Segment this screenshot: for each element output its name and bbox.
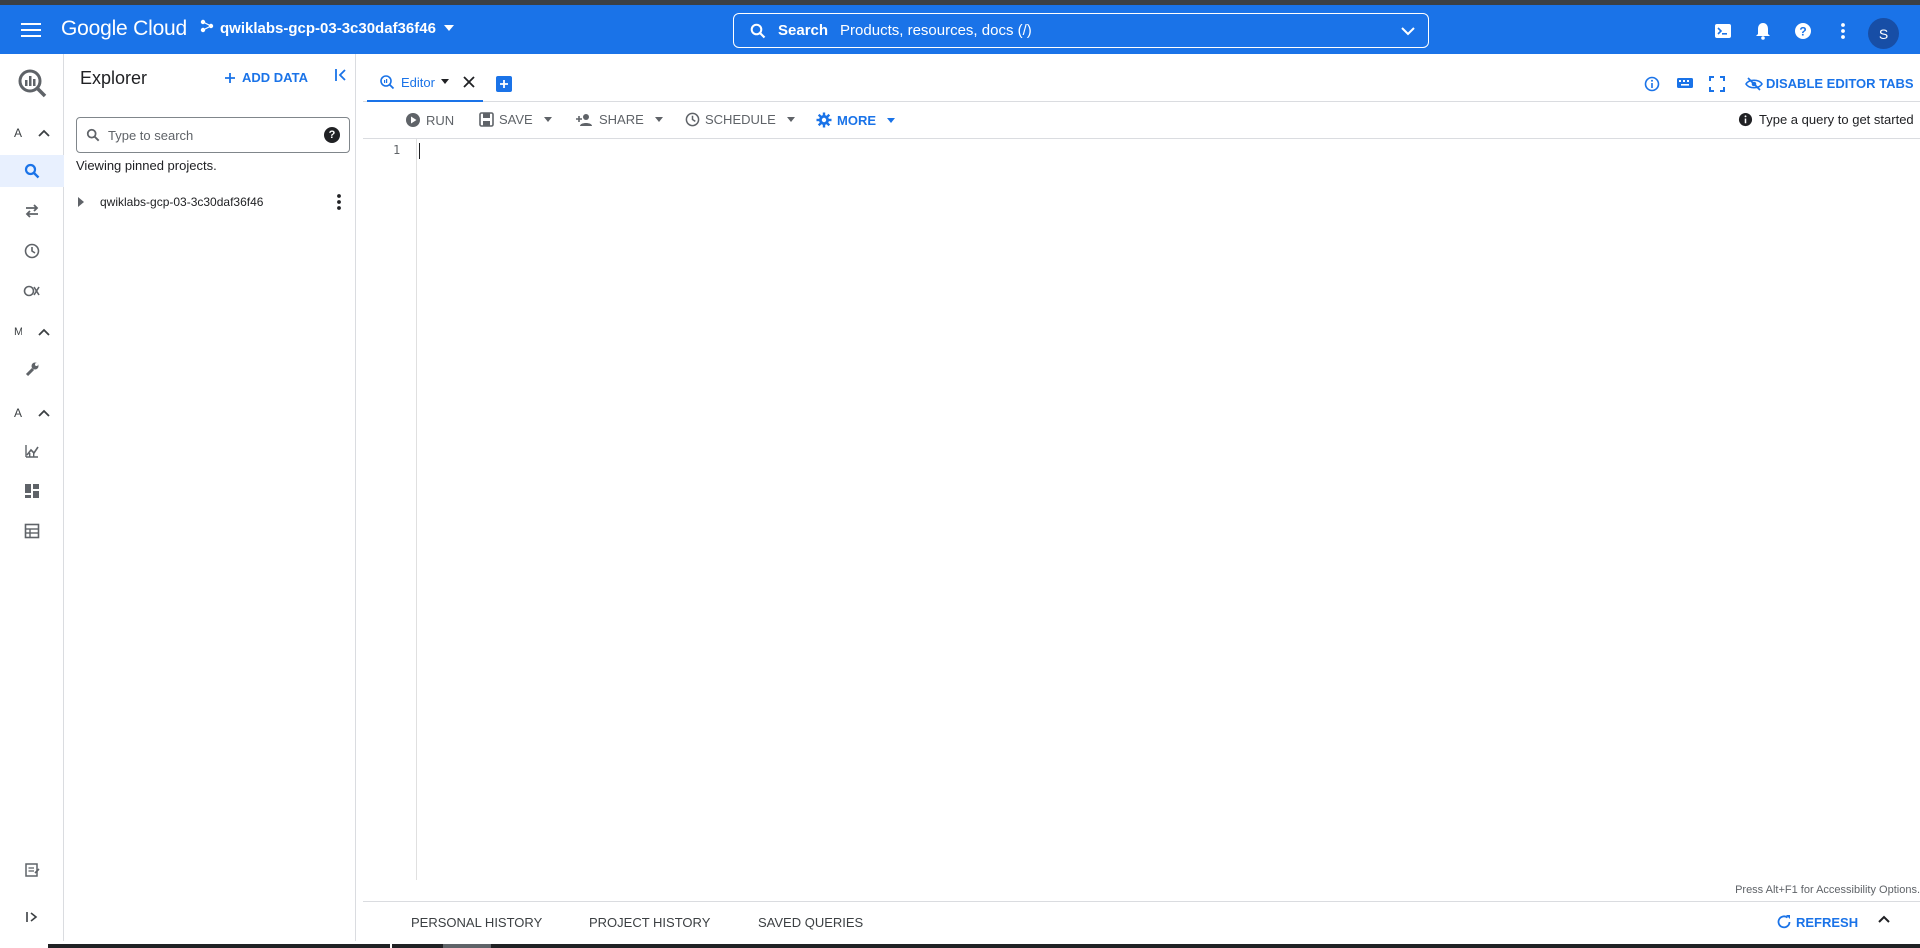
caret-down-icon [543,117,552,122]
google-cloud-logo[interactable]: Google Cloud [61,17,187,41]
caret-down-icon [654,117,663,122]
new-tab-plus-icon[interactable] [496,76,512,92]
refresh-icon [1777,915,1791,929]
tab-personal-history[interactable]: PERSONAL HISTORY [411,915,542,930]
visibility-off-icon [1745,76,1763,91]
cloud-shell-icon[interactable] [1711,20,1735,42]
top-app-bar: Google Cloud qwiklabs-gcp-03-3c30daf36f4… [0,5,1920,54]
refresh-button[interactable]: REFRESH [1776,914,1858,930]
hamburger-menu-icon[interactable] [18,19,44,41]
scheduled-queries-clock-icon[interactable] [0,235,64,267]
more-button[interactable]: MORE [816,112,895,128]
add-data-button[interactable]: ADD DATA [224,70,308,85]
query-editor[interactable]: 1 Press Alt+F1 for Accessibility Options… [363,139,1920,896]
save-button[interactable]: SAVE [479,112,552,127]
chevron-up-icon [38,129,50,137]
caret-down-icon [887,117,895,123]
line-number-gutter: 1 [363,139,417,880]
more-vert-icon[interactable] [1831,20,1855,42]
disable-editor-tabs-button[interactable]: DISABLE EDITOR TABS [1745,76,1914,91]
rail-section-administration[interactable]: A [14,406,50,420]
search-icon[interactable] [0,155,64,187]
project-tree-row[interactable]: qwiklabs-gcp-03-3c30daf36f46 [64,188,356,216]
notifications-bell-icon[interactable] [1751,20,1775,42]
query-search-icon [380,75,395,90]
caret-down-icon[interactable] [440,79,449,85]
person-add-icon [576,113,592,126]
expand-rail-icon[interactable] [0,901,64,933]
line-number: 1 [393,143,401,157]
project-tree-name: qwiklabs-gcp-03-3c30daf36f46 [100,195,264,209]
search-icon [86,128,100,142]
bottom-scrollbar-strip [0,941,1920,948]
chevron-up-icon [38,328,50,336]
rail-section-analysis[interactable]: A [14,126,50,140]
help-icon[interactable]: ? [324,127,340,143]
search-label: Search [778,22,829,39]
wrench-icon[interactable] [0,353,64,385]
expand-arrow-icon[interactable] [78,197,84,207]
save-icon [479,112,494,127]
search-icon [750,23,766,39]
chevron-down-icon[interactable] [1400,23,1416,39]
run-button[interactable]: RUN [405,112,454,128]
bigquery-logo-icon[interactable] [0,60,64,106]
tab-project-history[interactable]: PROJECT HISTORY [589,915,710,930]
play-circle-icon [406,113,420,127]
project-icon [200,19,214,37]
info-icon[interactable] [1644,76,1660,92]
help-icon[interactable]: ? [1791,20,1815,42]
explorer-search-field[interactable]: ? [76,117,350,153]
left-nav-rail: A M A [0,54,64,948]
accessibility-hint: Press Alt+F1 for Accessibility Options. [1735,884,1920,896]
caret-down-icon [442,20,456,37]
viewing-pinned-text: Viewing pinned projects. [76,158,217,173]
text-cursor [419,143,420,159]
rail-section-migration[interactable]: M [14,326,50,338]
more-vert-icon[interactable] [336,193,342,211]
caret-down-icon [786,117,795,122]
tab-saved-queries[interactable]: SAVED QUERIES [758,915,863,930]
explorer-panel: Explorer ADD DATA ? Viewing pinned proje… [64,54,423,948]
keyboard-icon[interactable] [1676,76,1694,90]
schedule-button[interactable]: SCHEDULE [685,112,795,127]
collapse-panel-icon[interactable] [334,68,348,82]
scrollbar-thumb[interactable] [443,944,491,948]
release-notes-icon[interactable] [0,854,64,886]
query-hint: Type a query to get started [1738,112,1914,127]
data-transfers-icon[interactable] [0,195,64,227]
scrollbar-track [48,944,390,948]
tab-editor[interactable]: Editor [367,64,483,102]
close-tab-icon[interactable] [463,76,475,88]
analytics-hub-icon[interactable] [0,275,64,307]
chevron-up-icon [38,409,50,417]
project-name: qwiklabs-gcp-03-3c30daf36f46 [220,19,436,37]
svg-text:?: ? [1799,25,1806,39]
fullscreen-icon[interactable] [1709,76,1725,92]
monitoring-chart-icon[interactable] [0,435,64,467]
plus-icon [225,72,235,83]
chevron-up-icon[interactable] [1877,914,1891,924]
search-placeholder: Products, resources, docs (/) [840,22,1032,39]
dashboard-icon[interactable] [0,475,64,507]
explorer-title: Explorer [80,68,148,88]
table-grid-icon[interactable] [0,515,64,547]
gear-icon [816,112,832,128]
query-toolbar: RUN SAVE SHARE SCHEDULE MORE Type a quer… [363,102,1920,139]
clock-icon [685,112,700,127]
explorer-search-input[interactable] [108,127,308,143]
scrollbar-track [392,944,1920,948]
history-panel-bar: PERSONAL HISTORY PROJECT HISTORY SAVED Q… [363,901,1920,941]
user-avatar[interactable]: S [1868,18,1899,49]
info-filled-icon [1738,112,1753,127]
project-picker[interactable]: qwiklabs-gcp-03-3c30daf36f46 [200,19,456,37]
editor-tabs-bar: Editor DISABLE EDITOR TABS [363,54,1920,102]
global-search-bar[interactable]: Search Products, resources, docs (/) [733,13,1429,48]
share-button[interactable]: SHARE [576,112,663,127]
